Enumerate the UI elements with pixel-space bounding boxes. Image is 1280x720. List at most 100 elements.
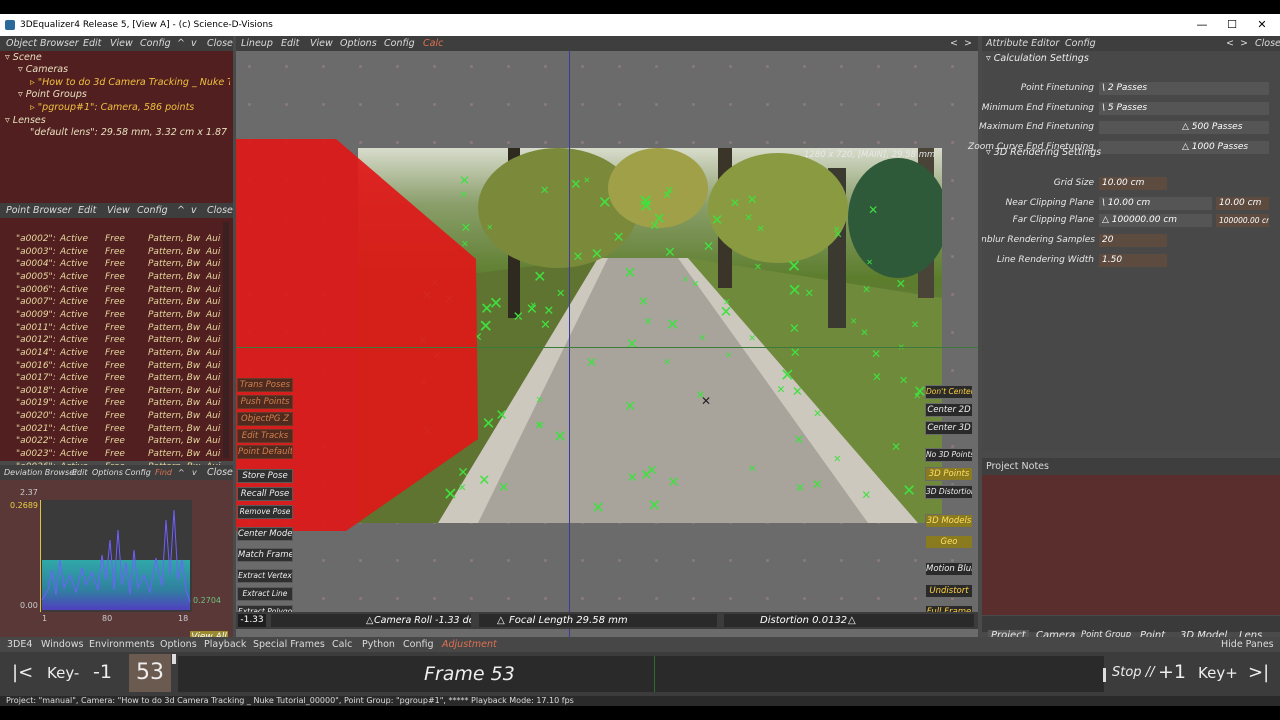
grid-size-field[interactable]: 10.00 cm (1099, 177, 1167, 190)
point-browser-scrollbar[interactable] (223, 222, 229, 458)
track-marker[interactable]: ✕ (489, 296, 503, 313)
object-browser-config-menu[interactable]: Config (140, 36, 171, 51)
point-row[interactable]: "a0004": Active Free Pattern, Bw Aui (0, 259, 225, 272)
point-row[interactable]: "a0009": Active Free Pattern, Bw Aui (0, 310, 225, 323)
options-menu[interactable]: Options (340, 36, 377, 51)
extract-line-button[interactable]: Extract Line (237, 587, 293, 601)
point-row[interactable]: "a0011": Active Free Pattern, Bw Aui (0, 323, 225, 336)
menu-special-frames[interactable]: Special Frames (253, 637, 325, 652)
near-clip-field[interactable]: 10.00 cm (1216, 197, 1269, 210)
hide-panes-button[interactable]: Hide Panes (1221, 637, 1274, 652)
point-row[interactable]: "a0003": Active Free Pattern, Bw Aui (0, 247, 225, 260)
timeline-scrubber[interactable]: Frame 53 (178, 656, 1104, 692)
track-marker[interactable]: ✕ (792, 385, 803, 400)
far-clip-slider[interactable]: △ 100000.00 cm (1099, 214, 1212, 227)
camera-roll-step[interactable]: -1.33 (238, 614, 266, 627)
track-marker[interactable]: ✕ (692, 280, 700, 290)
track-marker[interactable]: ✕ (866, 258, 873, 267)
track-marker[interactable]: ✕ (711, 212, 724, 228)
point-row[interactable]: "a0006": Active Free Pattern, Bw Aui (0, 285, 225, 298)
lineup-menu[interactable]: Lineup (241, 36, 273, 51)
track-marker[interactable]: ✕ (624, 399, 636, 414)
don-t-center-button[interactable]: Don't Center (925, 385, 973, 399)
track-marker[interactable]: ✕ (754, 263, 762, 273)
far-clip-field[interactable]: 100000.00 cm (1216, 214, 1269, 227)
track-marker[interactable]: ✕ (911, 319, 920, 330)
track-marker[interactable]: ✕ (896, 278, 906, 291)
track-marker[interactable]: ✕ (663, 358, 671, 368)
track-marker[interactable]: ✕ (643, 317, 652, 328)
focal-length-slider[interactable]: △ Focal Length 29.58 mm (479, 614, 717, 627)
undistort-button[interactable]: Undistort (925, 584, 973, 598)
scene-node[interactable]: ▿ Scene (5, 52, 42, 65)
track-marker[interactable]: ✕ (513, 310, 524, 325)
stop-button[interactable]: Stop // (1112, 665, 1154, 680)
center-3d-button[interactable]: Center 3D (925, 421, 973, 435)
menu-environments[interactable]: Environments (89, 637, 155, 652)
near-clip-slider[interactable]: \ 10.00 cm (1099, 197, 1212, 210)
track-marker[interactable]: ✕ (540, 319, 551, 332)
deviation-browser-config-menu[interactable]: Config (125, 465, 151, 480)
point-browser-view-menu[interactable]: View (107, 203, 130, 218)
point-row[interactable]: "a0007": Active Free Pattern, Bw Aui (0, 297, 225, 310)
3d-distortion-button[interactable]: 3D Distortion (925, 485, 973, 499)
track-marker[interactable]: ✕ (498, 481, 510, 495)
track-marker[interactable]: ✕ (662, 189, 672, 202)
viewport-next-arrow[interactable]: > (964, 36, 972, 51)
track-marker[interactable]: ✕ (813, 408, 822, 420)
no-3d-points-button[interactable]: No 3D Points (925, 448, 973, 462)
track-marker[interactable]: ✕ (833, 454, 841, 464)
track-marker[interactable]: ✕ (533, 268, 546, 285)
track-marker[interactable]: ✕ (902, 483, 916, 500)
menu-python[interactable]: Python (362, 637, 395, 652)
distortion-slider[interactable]: Distortion 0.0132 △ (724, 614, 974, 627)
track-marker[interactable]: ✕ (572, 250, 583, 263)
track-marker[interactable]: ✕ (591, 246, 604, 262)
track-marker[interactable]: ✕ (667, 475, 679, 491)
track-marker[interactable]: ✕ (872, 371, 882, 384)
object-browser-edit-menu[interactable]: Edit (83, 36, 101, 51)
deviation-browser-close-button[interactable]: Close (207, 465, 233, 480)
deviation-browser-find-menu[interactable]: Find (155, 465, 172, 480)
track-marker[interactable]: ✕ (891, 441, 901, 453)
object-browser-title[interactable]: Object Browser (6, 36, 79, 51)
geo-button[interactable]: Geo (925, 535, 973, 549)
object-browser-close-button[interactable]: Close (207, 36, 233, 51)
menu-playback[interactable]: Playback (204, 637, 246, 652)
point-browser-up-button[interactable]: ^ (177, 203, 185, 218)
motion-blur-button[interactable]: Motion Blur (925, 562, 973, 576)
render-settings-header[interactable]: ▿ 3D Rendering Settings (986, 147, 1101, 158)
menu-adjustment[interactable]: Adjustment (442, 637, 497, 652)
deviation-browser-edit-menu[interactable]: Edit (72, 465, 88, 480)
track-marker[interactable]: ✕ (790, 347, 801, 361)
calc-setting-slider[interactable]: \ 5 Passes (1099, 102, 1269, 115)
minimize-button[interactable]: — (1187, 14, 1217, 36)
point-row[interactable]: "a0022": Active Free Pattern, Bw Aui (0, 436, 225, 449)
track-marker[interactable]: ✕ (586, 356, 597, 371)
menu-windows[interactable]: Windows (41, 637, 83, 652)
track-marker[interactable]: ✕ (664, 246, 676, 261)
track-marker[interactable]: ✕ (626, 337, 639, 352)
first-frame-button[interactable]: |< (12, 662, 33, 683)
track-marker[interactable]: ✕ (723, 298, 730, 308)
track-marker[interactable]: ✕ (747, 194, 758, 207)
track-marker[interactable]: ✕ (534, 420, 543, 431)
track-marker[interactable]: ✕ (812, 479, 823, 493)
track-marker[interactable]: ✕ (478, 473, 490, 489)
pgroup-item[interactable]: ▹ "pgroup#1": Camera, 586 points (30, 102, 194, 115)
center-models-button[interactable]: Center Models (237, 527, 293, 541)
timeline-handle-right[interactable] (1103, 668, 1106, 682)
attribute-editor-title[interactable]: Attribute Editor (986, 36, 1059, 51)
close-window-button[interactable]: ✕ (1247, 14, 1277, 36)
track-marker[interactable]: ✕ (570, 178, 582, 192)
attribute-editor-config-menu[interactable]: Config (1065, 36, 1096, 51)
track-marker[interactable]: ✕ (598, 194, 612, 211)
track-marker[interactable]: ✕ (748, 335, 755, 344)
menu-calc[interactable]: Calc (332, 637, 352, 652)
lenses-node[interactable]: ▿ Lenses (5, 115, 46, 128)
track-marker[interactable]: ✕ (899, 374, 909, 386)
view-menu[interactable]: View (310, 36, 333, 51)
attribute-editor-close-button[interactable]: Close (1255, 36, 1280, 51)
track-marker[interactable]: ✕ (540, 185, 550, 197)
viewport-prev-arrow[interactable]: < (950, 36, 958, 51)
